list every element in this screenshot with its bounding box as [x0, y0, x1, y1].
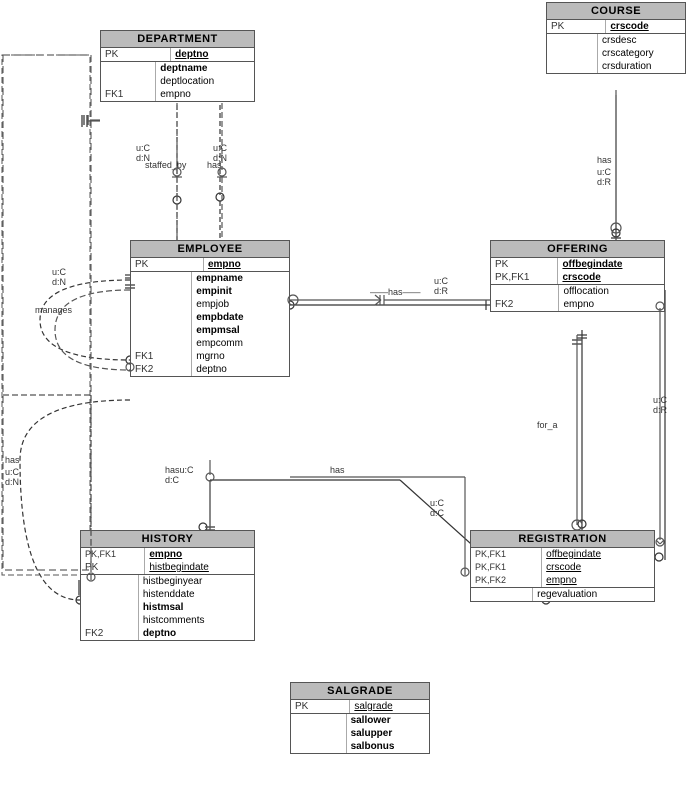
dept-empno: empno: [156, 88, 254, 101]
off-empno: empno: [559, 298, 664, 311]
hist-histmsal: histmsal: [139, 601, 254, 614]
sal-salupper: salupper: [347, 727, 429, 740]
emp-empjob: empjob: [192, 298, 289, 311]
uc-emp-off-label: u:C: [434, 276, 448, 286]
uc-dept-label: u:C: [136, 143, 150, 153]
emp-empno: empno: [204, 258, 289, 271]
course-crsduration: crsduration: [598, 60, 685, 73]
registration-header: REGISTRATION: [471, 531, 654, 548]
entity-course: COURSE PK crscode crsdesc crscategory cr…: [546, 2, 686, 74]
off-offbegindate: offbegindate: [558, 258, 664, 271]
dr-emp-off-label: d:R: [434, 286, 448, 296]
has-emp-off-label: ——has——: [370, 287, 421, 297]
off-crscode: crscode: [558, 271, 664, 284]
uc-left-label: u:C: [5, 467, 19, 477]
employee-header: EMPLOYEE: [131, 241, 289, 258]
sal-sallower: sallower: [347, 714, 429, 727]
course-header: COURSE: [547, 3, 685, 20]
dc-reg-off-label: d:C: [430, 508, 444, 518]
course-pk-label: PK: [547, 20, 606, 33]
has-bottom-label: has: [330, 465, 345, 475]
dn-left-label: d:N: [5, 477, 19, 487]
uc-course-off-label: u:C: [597, 167, 611, 177]
reg-empno: empno: [542, 574, 654, 587]
hist-deptno: deptno: [139, 627, 254, 640]
course-crsdesc: crsdesc: [598, 34, 685, 47]
uc-reg-off-label: u:C: [430, 498, 444, 508]
reg-offbegindate: offbegindate: [542, 548, 654, 561]
emp-deptno: deptno: [192, 363, 289, 376]
salgrade-header: SALGRADE: [291, 683, 429, 700]
reg-regevaluation: regevaluation: [533, 588, 654, 601]
course-crscategory: crscategory: [598, 47, 685, 60]
hist-histcomments: histcomments: [139, 614, 254, 627]
course-crscode: crscode: [606, 20, 685, 33]
uc-right-label: u:C: [653, 395, 667, 405]
dr-right-label: d:R: [653, 405, 667, 415]
hist-histbeginyear: histbeginyear: [139, 575, 254, 588]
dn-manages-label: d:N: [52, 277, 66, 287]
entity-salgrade: SALGRADE PK salgrade sallower salupper s…: [290, 682, 430, 754]
dn-dept-label: d:N: [136, 153, 150, 163]
entity-department: DEPARTMENT PK deptno deptname deptlocati…: [100, 30, 255, 102]
manages-label: manages: [35, 305, 72, 315]
uc-has-label: u:C: [213, 143, 227, 153]
dept-deptlocation: deptlocation: [156, 75, 254, 88]
staffed-by-label: staffed_by: [145, 160, 186, 170]
reg-crscode: crscode: [542, 561, 654, 574]
diagram-container: staffed_by has u:C d:N u:C d:N manages u…: [0, 0, 690, 803]
emp-mgrno: mgrno: [192, 350, 289, 363]
emp-empcomm: empcomm: [192, 337, 289, 350]
uc-manages-label: u:C: [52, 267, 66, 277]
sal-salgrade: salgrade: [350, 700, 429, 713]
entity-history: HISTORY PK,FK1 empno PK histbegindate hi…: [80, 530, 255, 641]
offering-header: OFFERING: [491, 241, 664, 258]
dept-deptname: deptname: [156, 62, 254, 75]
sal-salbonus: salbonus: [347, 740, 429, 753]
dr-course-off-label: d:R: [597, 177, 611, 187]
for-a-label: for_a: [537, 420, 558, 430]
hist-histbegindate: histbegindate: [145, 561, 254, 574]
entity-registration: REGISTRATION PK,FK1 offbegindate PK,FK1 …: [470, 530, 655, 602]
emp-empname: empname: [192, 272, 289, 285]
dept-deptno: deptno: [171, 48, 254, 61]
hasu-label: hasu:C: [165, 465, 194, 475]
entity-employee: EMPLOYEE PK empno empname empinit empjob: [130, 240, 290, 377]
has-course-off-label: has: [597, 155, 612, 165]
hasd-label: d:C: [165, 475, 179, 485]
hist-histenddate: histenddate: [139, 588, 254, 601]
off-offlocation: offlocation: [559, 285, 664, 298]
emp-empinit: empinit: [192, 285, 289, 298]
emp-empbdate: empbdate: [192, 311, 289, 324]
emp-empmsal: empmsal: [192, 324, 289, 337]
has-left-label: has: [5, 455, 20, 465]
history-header: HISTORY: [81, 531, 254, 548]
hist-empno: empno: [145, 548, 254, 561]
entity-offering: OFFERING PK offbegindate PK,FK1 crscode …: [490, 240, 665, 312]
dn-has-label: d:N: [213, 153, 227, 163]
department-header: DEPARTMENT: [101, 31, 254, 48]
